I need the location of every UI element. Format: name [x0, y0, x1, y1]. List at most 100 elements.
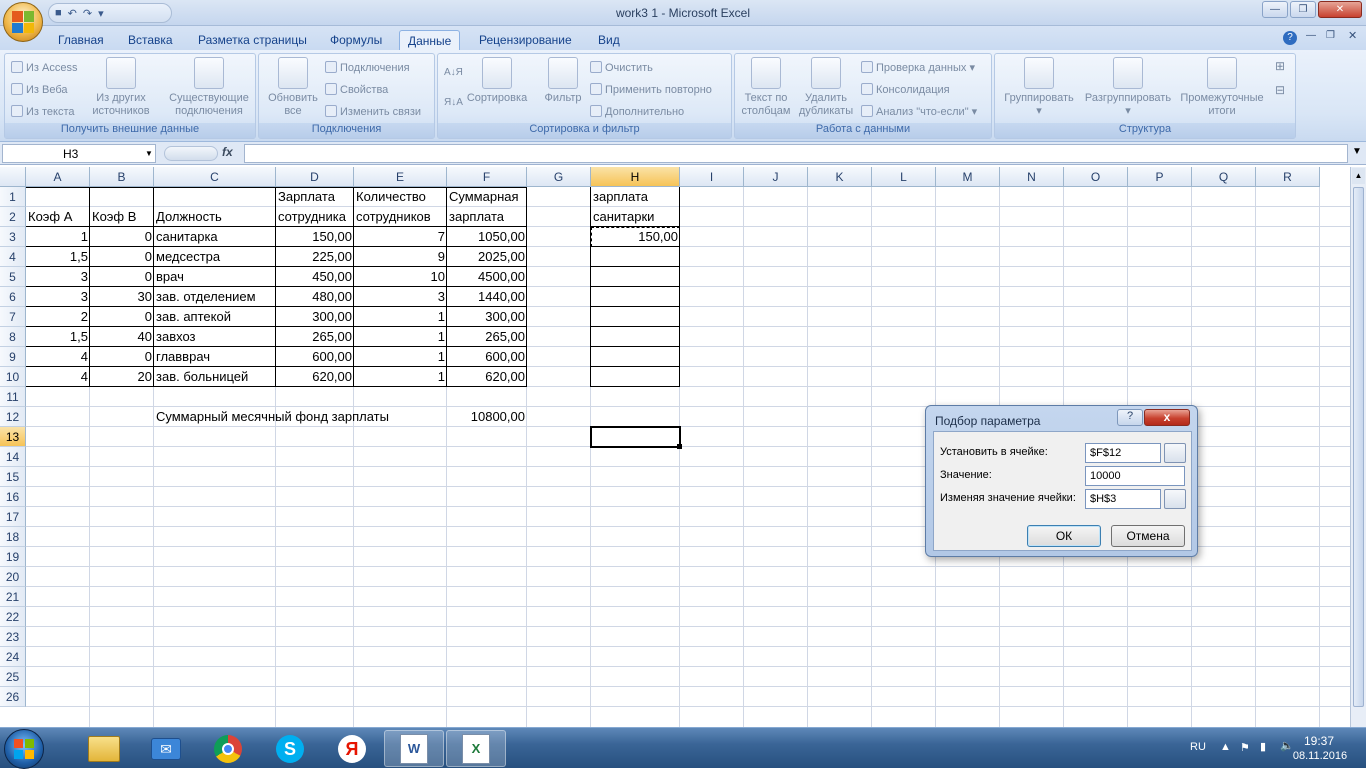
- taskbar-excel[interactable]: X: [446, 730, 506, 767]
- row-header-22[interactable]: 22: [0, 607, 26, 627]
- table-cell[interactable]: 4: [26, 368, 90, 386]
- tab-home[interactable]: Главная: [50, 30, 112, 50]
- row-header-15[interactable]: 15: [0, 467, 26, 487]
- scroll-thumb[interactable]: [1353, 187, 1364, 707]
- minimize-button[interactable]: —: [1262, 1, 1288, 18]
- select-all-corner[interactable]: [0, 167, 26, 187]
- table-cell[interactable]: 3: [26, 288, 90, 306]
- taskbar-skype[interactable]: S: [260, 730, 320, 767]
- row-header-21[interactable]: 21: [0, 587, 26, 607]
- sort-az-icon[interactable]: А↓Я: [444, 66, 463, 79]
- table-cell[interactable]: 3: [354, 288, 447, 306]
- table-cell[interactable]: 10: [354, 268, 447, 286]
- tab-formulas[interactable]: Формулы: [322, 30, 390, 50]
- dialog-help-button[interactable]: ?: [1117, 409, 1143, 426]
- from-text-button[interactable]: Из текста: [11, 105, 75, 119]
- row-header-19[interactable]: 19: [0, 547, 26, 567]
- name-box-dropdown-icon[interactable]: ▼: [145, 149, 153, 158]
- table-cell[interactable]: 0: [90, 228, 154, 246]
- column-header-q[interactable]: Q: [1192, 167, 1256, 187]
- collapse-dialog-icon[interactable]: [1164, 489, 1186, 509]
- row-header-12[interactable]: 12: [0, 407, 26, 427]
- hide-detail-icon[interactable]: ⊟: [1275, 84, 1285, 97]
- taskbar-chrome[interactable]: [198, 730, 258, 767]
- subtotals-button[interactable]: Промежуточные итоги: [1175, 57, 1269, 118]
- clock-time[interactable]: 19:37: [1294, 734, 1344, 748]
- group-button[interactable]: Группировать ▾: [997, 57, 1081, 118]
- start-button[interactable]: [4, 729, 44, 769]
- table-cell[interactable]: 620,00: [447, 368, 527, 386]
- table-cell[interactable]: врач: [154, 268, 276, 286]
- header-salary-line1[interactable]: Зарплата: [276, 188, 354, 206]
- tab-data[interactable]: Данные: [399, 30, 461, 50]
- table-cell[interactable]: 265,00: [276, 328, 354, 346]
- table-cell[interactable]: 1: [354, 368, 447, 386]
- active-cell[interactable]: [590, 426, 681, 448]
- table-cell[interactable]: 225,00: [276, 248, 354, 266]
- row-header-3[interactable]: 3: [0, 227, 26, 247]
- table-cell[interactable]: 265,00: [447, 328, 527, 346]
- column-header-n[interactable]: N: [1000, 167, 1064, 187]
- table-cell[interactable]: 7: [354, 228, 447, 246]
- table-cell[interactable]: 4: [26, 348, 90, 366]
- column-header-j[interactable]: J: [744, 167, 808, 187]
- table-cell[interactable]: 1: [26, 228, 90, 246]
- cancel-button[interactable]: Отмена: [1111, 525, 1185, 547]
- table-cell[interactable]: 1: [354, 308, 447, 326]
- row-header-25[interactable]: 25: [0, 667, 26, 687]
- vertical-scrollbar[interactable]: ▲: [1350, 167, 1366, 727]
- ribbon-close-icon[interactable]: ✕: [1348, 29, 1357, 42]
- filter-button[interactable]: Фильтр: [534, 57, 592, 105]
- row-header-14[interactable]: 14: [0, 447, 26, 467]
- tab-insert[interactable]: Вставка: [120, 30, 181, 50]
- office-button[interactable]: [3, 2, 43, 42]
- table-cell[interactable]: 300,00: [447, 308, 527, 326]
- ungroup-button[interactable]: Разгруппировать ▾: [1081, 57, 1175, 118]
- table-cell[interactable]: медсестра: [154, 248, 276, 266]
- flag-icon[interactable]: ⚑: [1240, 741, 1250, 754]
- column-header-p[interactable]: P: [1128, 167, 1192, 187]
- network-icon[interactable]: ▮: [1260, 740, 1266, 753]
- tab-page-layout[interactable]: Разметка страницы: [190, 30, 315, 50]
- taskbar-explorer[interactable]: [74, 730, 134, 767]
- row-header-11[interactable]: 11: [0, 387, 26, 407]
- table-cell[interactable]: 1440,00: [447, 288, 527, 306]
- table-cell[interactable]: 0: [90, 308, 154, 326]
- from-access-button[interactable]: Из Access: [11, 61, 77, 75]
- header-total-line2[interactable]: зарплата: [447, 208, 527, 226]
- reapply-button[interactable]: Применить повторно: [590, 83, 712, 97]
- row-header-20[interactable]: 20: [0, 567, 26, 587]
- show-detail-icon[interactable]: ⊞: [1275, 60, 1285, 73]
- set-cell-input[interactable]: $F$12: [1085, 443, 1161, 463]
- from-web-button[interactable]: Из Веба: [11, 83, 68, 97]
- edit-links-button[interactable]: Изменить связи: [325, 105, 421, 119]
- table-cell[interactable]: 0: [90, 268, 154, 286]
- column-header-r[interactable]: R: [1256, 167, 1320, 187]
- table-cell[interactable]: зав. больницей: [154, 368, 276, 386]
- table-cell[interactable]: 9: [354, 248, 447, 266]
- table-cell[interactable]: 600,00: [447, 348, 527, 366]
- what-if-analysis-button[interactable]: Анализ "что-если" ▾: [861, 105, 977, 119]
- row-header-2[interactable]: 2: [0, 207, 26, 227]
- table-cell[interactable]: 1,5: [26, 248, 90, 266]
- changing-cell-input[interactable]: $H$3: [1085, 489, 1161, 509]
- table-cell[interactable]: 480,00: [276, 288, 354, 306]
- ribbon-minimize-icon[interactable]: —: [1306, 30, 1316, 41]
- column-header-h[interactable]: H: [591, 167, 680, 187]
- sort-button[interactable]: Сортировка: [464, 57, 530, 105]
- scroll-up-icon[interactable]: ▲: [1352, 168, 1365, 184]
- table-cell[interactable]: 620,00: [276, 368, 354, 386]
- header-koef-a[interactable]: Коэф А: [26, 208, 90, 226]
- table-cell[interactable]: 1: [354, 348, 447, 366]
- table-cell[interactable]: 600,00: [276, 348, 354, 366]
- table-cell[interactable]: 40: [90, 328, 154, 346]
- row-header-9[interactable]: 9: [0, 347, 26, 367]
- column-header-e[interactable]: E: [354, 167, 447, 187]
- tab-review[interactable]: Рецензирование: [471, 30, 580, 50]
- header-nurse-salary-line1[interactable]: зарплата: [591, 188, 680, 206]
- header-position[interactable]: Должность: [154, 208, 276, 226]
- row-header-4[interactable]: 4: [0, 247, 26, 267]
- header-count-line1[interactable]: Количество: [354, 188, 447, 206]
- row-header-23[interactable]: 23: [0, 627, 26, 647]
- row-header-8[interactable]: 8: [0, 327, 26, 347]
